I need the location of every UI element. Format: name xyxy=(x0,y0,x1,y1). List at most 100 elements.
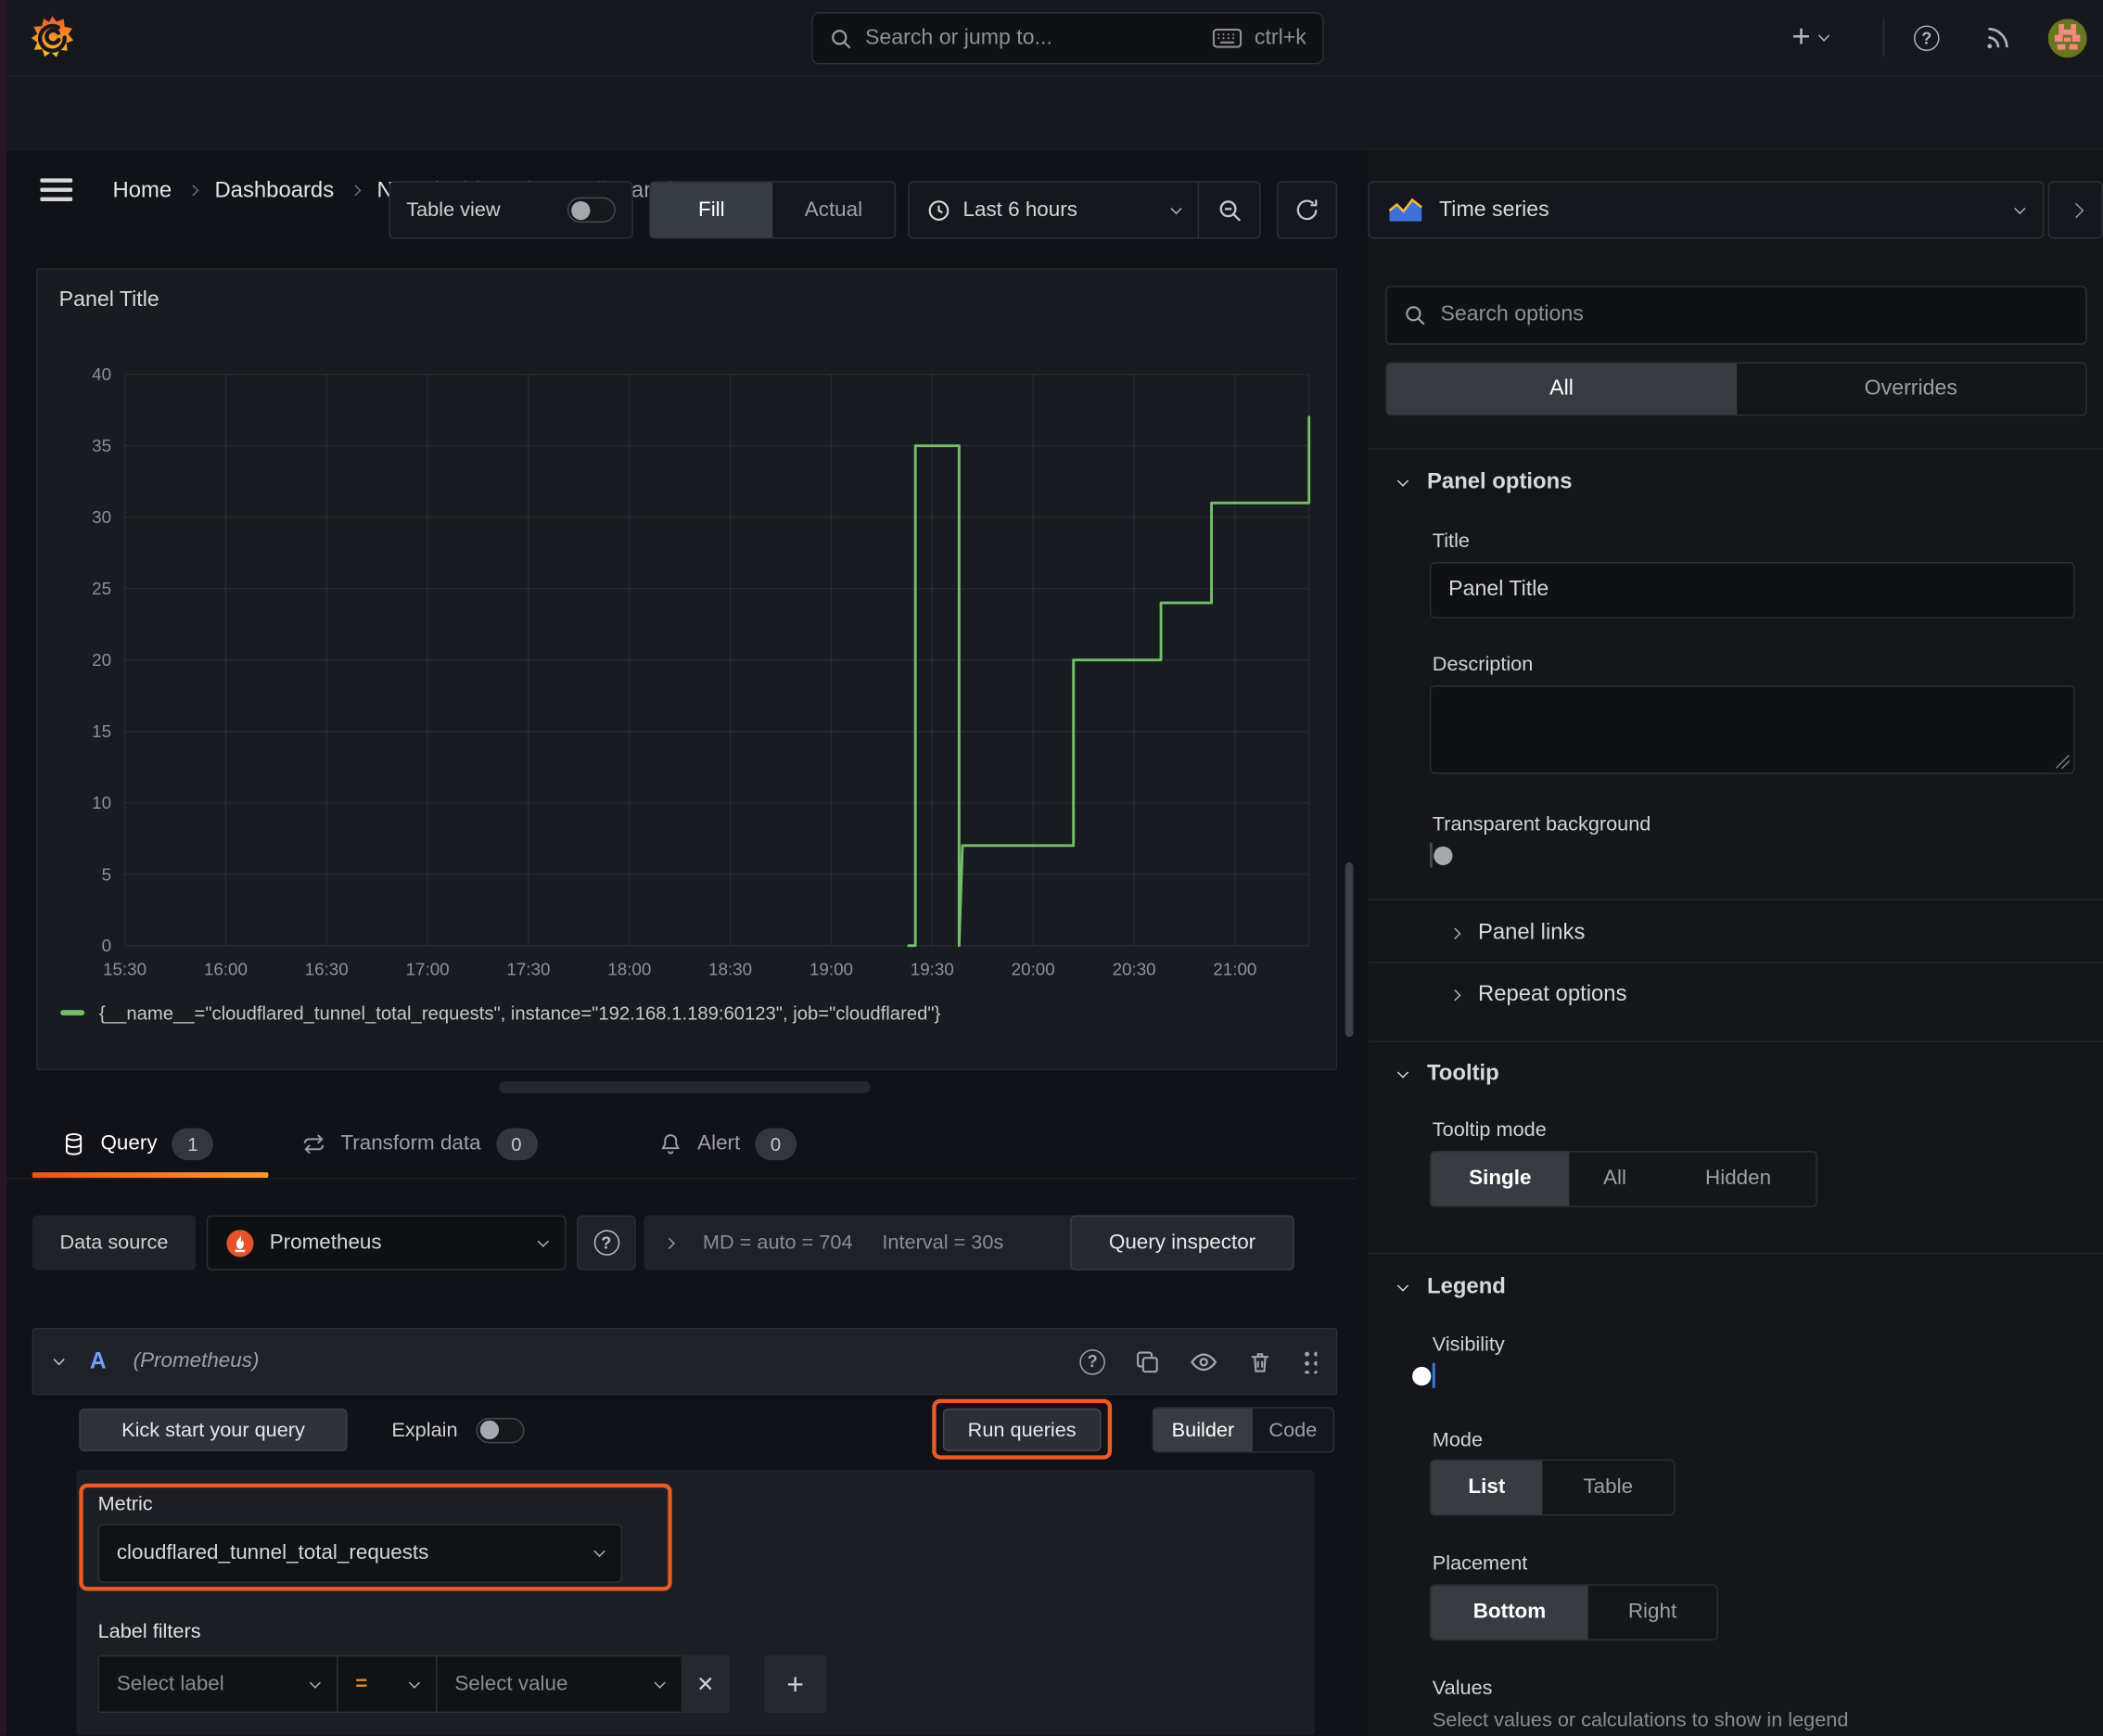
transparent-background-toggle[interactable] xyxy=(1429,842,1453,868)
panel-title-input[interactable]: Panel Title xyxy=(1429,562,2075,619)
editor-tabs: Query 1 Transform data 0 Alert 0 xyxy=(0,1114,1357,1180)
tooltip-mode-hidden[interactable]: Hidden xyxy=(1661,1152,1816,1206)
metric-select[interactable]: cloudflared_tunnel_total_requests xyxy=(97,1524,623,1583)
refresh-button[interactable] xyxy=(1277,181,1338,239)
fill-option[interactable]: Fill xyxy=(650,182,773,238)
query-help-icon[interactable]: ? xyxy=(1079,1348,1105,1374)
tab-transform-label: Transform data xyxy=(340,1131,481,1155)
query-ref-id: A xyxy=(89,1347,107,1374)
zoom-out-icon xyxy=(1218,199,1241,222)
interval-stat: Interval = 30s xyxy=(882,1231,1004,1255)
remove-filter-button[interactable]: ✕ xyxy=(681,1654,730,1714)
datasource-picker[interactable]: Prometheus xyxy=(206,1215,567,1270)
legend-placement-right[interactable]: Right xyxy=(1588,1586,1717,1640)
refresh-icon xyxy=(1296,199,1318,221)
explain-toggle[interactable] xyxy=(476,1417,525,1443)
help-button[interactable]: ? xyxy=(1911,23,1942,54)
question-circle-icon: ? xyxy=(1914,25,1940,51)
hamburger-menu-button[interactable] xyxy=(40,178,73,201)
legend-mode-table[interactable]: Table xyxy=(1542,1461,1674,1514)
svg-text:0: 0 xyxy=(102,936,111,955)
database-icon xyxy=(65,1132,83,1155)
select-value-dropdown[interactable]: Select value xyxy=(436,1654,682,1714)
select-label-dropdown[interactable]: Select label xyxy=(97,1654,338,1714)
tooltip-section-header[interactable]: Tooltip xyxy=(1396,1061,1499,1086)
add-filter-button[interactable]: + xyxy=(764,1654,827,1714)
topbar-divider xyxy=(1882,19,1885,57)
select-label-placeholder: Select label xyxy=(116,1671,224,1695)
legend-section-header[interactable]: Legend xyxy=(1396,1274,1506,1299)
panel-preview[interactable]: Panel Title 15:30 16:00 16:30 17:00 17:30 18:… xyxy=(36,268,1338,1071)
drag-grip-icon[interactable] xyxy=(1302,1349,1318,1374)
breadcrumb-home[interactable]: Home xyxy=(113,178,172,203)
panel-options-section-header[interactable]: Panel options xyxy=(1396,469,1572,494)
viz-type-label: Time series xyxy=(1439,198,1549,221)
tab-overrides[interactable]: Overrides xyxy=(1736,364,2085,415)
chevron-right-icon xyxy=(1449,989,1461,1001)
divider xyxy=(1368,1040,2103,1042)
tab-transform-data[interactable]: Transform data 0 xyxy=(301,1114,538,1174)
tooltip-mode-single[interactable]: Single xyxy=(1431,1152,1570,1206)
tab-query[interactable]: Query 1 xyxy=(62,1114,214,1174)
breadcrumb-dashboards[interactable]: Dashboards xyxy=(214,178,334,203)
tab-all[interactable]: All xyxy=(1386,363,1737,415)
breadcrumb-separator-icon xyxy=(350,185,362,197)
select-value-placeholder: Select value xyxy=(454,1671,568,1695)
table-view-toggle[interactable] xyxy=(567,197,616,223)
viz-suggestions-button[interactable] xyxy=(2047,181,2103,239)
chart-legend[interactable]: {__name__="cloudflared_tunnel_total_requ… xyxy=(60,1002,940,1024)
kick-start-query-button[interactable]: Kick start your query xyxy=(79,1408,348,1452)
query-row-header[interactable]: A (Prometheus) ? xyxy=(32,1327,1338,1396)
news-button[interactable] xyxy=(1982,23,2012,53)
legend-visibility-toggle[interactable] xyxy=(1412,1362,1435,1389)
active-tab-underline xyxy=(32,1172,269,1178)
query-options-strip[interactable]: MD = auto = 704 Interval = 30s xyxy=(644,1215,1077,1270)
divider xyxy=(1368,1252,2103,1255)
svg-text:17:00: 17:00 xyxy=(406,960,450,979)
label-filters-label: Label filters xyxy=(97,1620,201,1643)
user-avatar[interactable] xyxy=(2047,19,2087,58)
query-inspector-button[interactable]: Query inspector xyxy=(1070,1215,1294,1270)
code-option[interactable]: Code xyxy=(1253,1409,1333,1451)
resize-drag-handle[interactable] xyxy=(499,1080,871,1093)
builder-option[interactable]: Builder xyxy=(1153,1408,1253,1452)
collapse-query-icon[interactable] xyxy=(53,1353,65,1366)
chevron-down-icon xyxy=(1818,30,1830,42)
search-options-input[interactable]: Search options xyxy=(1385,286,2087,345)
bell-icon xyxy=(661,1133,680,1154)
svg-text:20:30: 20:30 xyxy=(1113,960,1156,979)
repeat-options-section[interactable]: Repeat options xyxy=(1449,982,1627,1007)
run-queries-button[interactable]: Run queries xyxy=(942,1408,1102,1452)
chevron-down-icon xyxy=(1396,474,1409,487)
actual-option[interactable]: Actual xyxy=(772,183,895,237)
panel-links-section[interactable]: Panel links xyxy=(1449,920,1586,945)
add-menu-button[interactable]: + xyxy=(1791,19,1830,57)
svg-text:20:00: 20:00 xyxy=(1012,960,1055,979)
description-label: Description xyxy=(1432,653,1534,677)
table-view-toggle-group[interactable]: Table view xyxy=(389,181,633,239)
tab-alert[interactable]: Alert 0 xyxy=(658,1114,797,1174)
visualization-picker[interactable]: Time series xyxy=(1368,181,2045,239)
global-search-input[interactable]: Search or jump to... ctrl+k xyxy=(811,12,1324,65)
legend-placement-bottom[interactable]: Bottom xyxy=(1431,1585,1588,1640)
legend-values-help: Select values or calculations to show in… xyxy=(1432,1708,1849,1732)
grafana-logo[interactable] xyxy=(30,15,75,60)
tooltip-mode-switch: Single All Hidden xyxy=(1429,1151,1817,1207)
duplicate-icon[interactable] xyxy=(1135,1348,1160,1373)
panel-links-title: Panel links xyxy=(1477,920,1586,945)
legend-mode-list[interactable]: List xyxy=(1431,1461,1543,1515)
vertical-scrollbar[interactable] xyxy=(1345,862,1354,1038)
time-range-picker[interactable]: Last 6 hours xyxy=(910,198,1198,222)
datasource-name: Prometheus xyxy=(269,1231,382,1254)
tooltip-mode-all[interactable]: All xyxy=(1569,1152,1660,1206)
description-textarea[interactable] xyxy=(1429,685,2075,774)
divider xyxy=(1368,448,2103,450)
prometheus-icon xyxy=(226,1229,254,1257)
resize-handle-icon[interactable] xyxy=(2056,755,2070,769)
operator-dropdown[interactable]: = xyxy=(337,1654,437,1714)
legend-mode-switch: List Table xyxy=(1429,1459,1676,1516)
delete-query-trash-icon[interactable] xyxy=(1247,1348,1272,1373)
zoom-out-button[interactable] xyxy=(1199,181,1259,238)
hide-response-eye-icon[interactable] xyxy=(1190,1347,1217,1375)
datasource-help-button[interactable]: ? xyxy=(576,1215,636,1270)
